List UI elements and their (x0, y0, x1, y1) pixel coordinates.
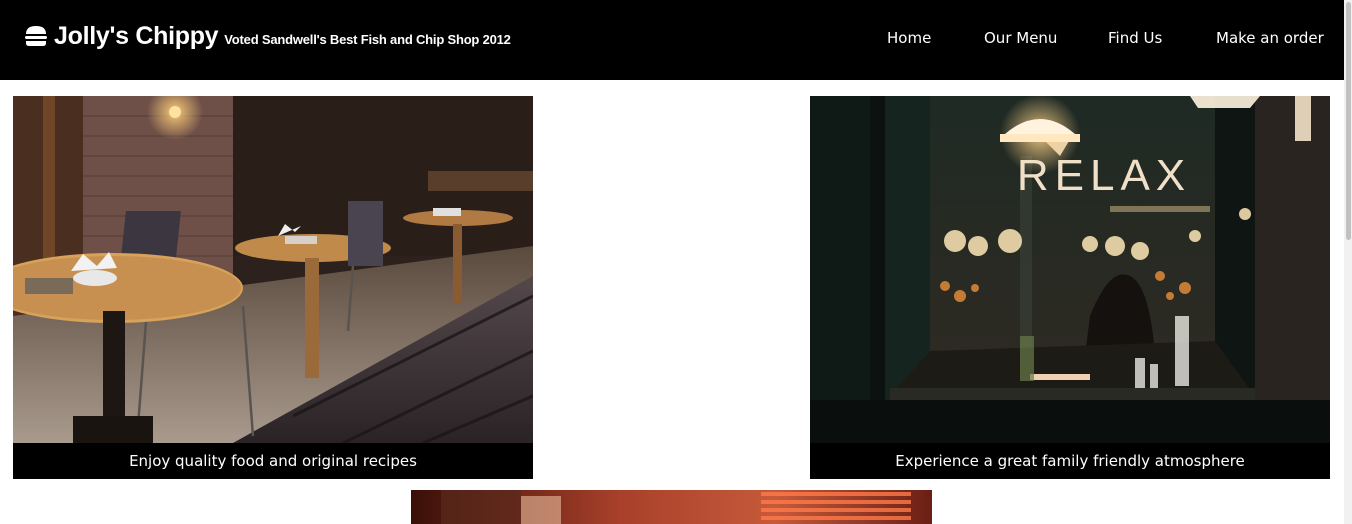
site-header: Jolly's Chippy Voted Sandwell's Best Fis… (0, 0, 1344, 80)
gallery-card-partial (411, 490, 932, 524)
site-title: Jolly's Chippy (54, 22, 219, 50)
gallery-caption-atmosphere: Experience a great family friendly atmos… (810, 443, 1330, 479)
nav-our-menu[interactable]: Our Menu (984, 29, 1057, 47)
gallery-caption-food: Enjoy quality food and original recipes (13, 443, 533, 479)
scrollbar-thumb[interactable] (1346, 2, 1351, 240)
gallery-card-atmosphere: RELAX Experience a great family friendly… (810, 96, 1330, 479)
relax-sign: RELAX (1017, 151, 1191, 200)
warm-interior-image (411, 490, 932, 524)
restaurant-interior-image (13, 96, 533, 443)
bar-window-image: RELAX (810, 96, 1330, 443)
nav-home[interactable]: Home (887, 29, 931, 47)
nav-make-an-order[interactable]: Make an order (1216, 29, 1324, 47)
nav-find-us[interactable]: Find Us (1108, 29, 1162, 47)
gallery-card-food: Enjoy quality food and original recipes (13, 96, 533, 479)
burger-icon (25, 26, 47, 46)
brand[interactable]: Jolly's Chippy Voted Sandwell's Best Fis… (24, 22, 511, 51)
site-tagline: Voted Sandwell's Best Fish and Chip Shop… (224, 32, 511, 47)
